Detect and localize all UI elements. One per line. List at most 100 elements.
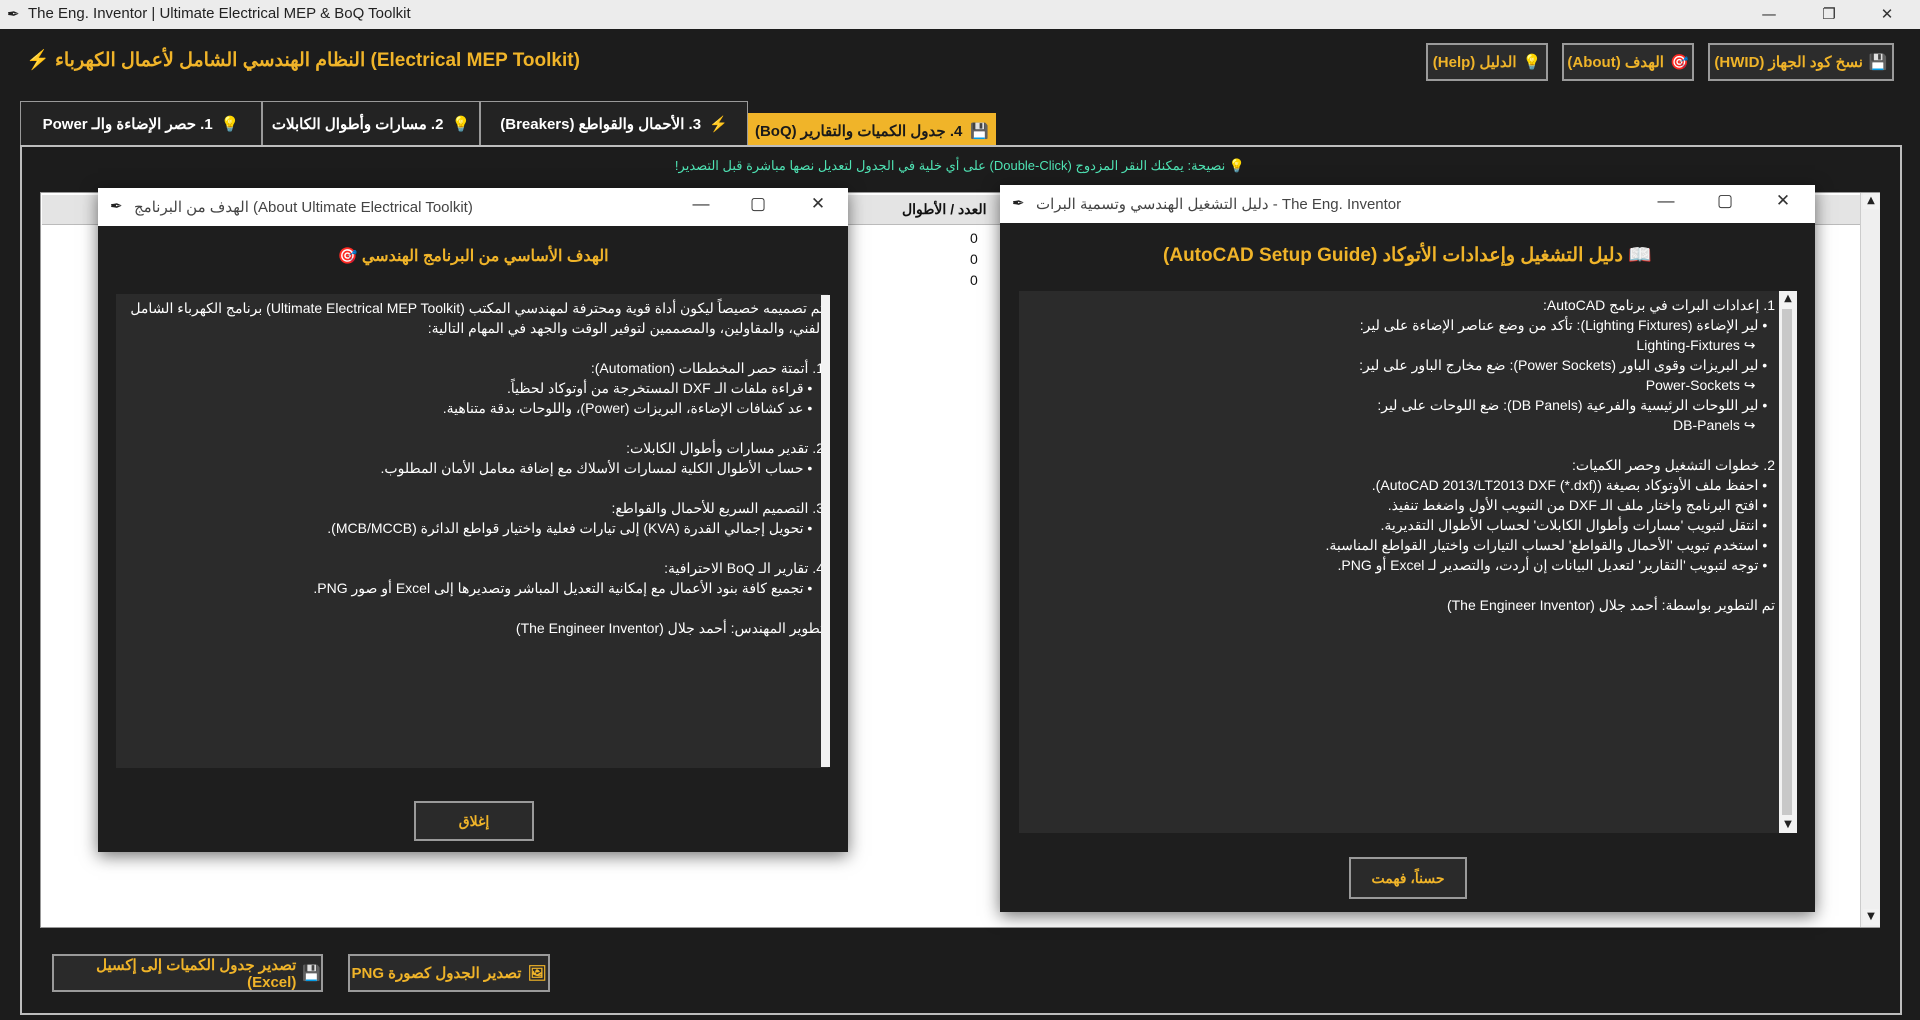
about-label: الهدف (About)	[1567, 54, 1664, 71]
minimize-button[interactable]: —	[1646, 191, 1686, 211]
bolt-icon: ⚡	[26, 50, 50, 71]
about-textbox[interactable]: تم تصميمه خصيصاً ليكون أداة قوية ومحترفة…	[116, 294, 828, 768]
minimize-button[interactable]: —	[681, 194, 721, 214]
save-icon: 💾	[1868, 54, 1888, 71]
help-scrollbar[interactable]: ▲ ▼	[1779, 291, 1797, 833]
help-dialog: ✒ دليل التشغيل الهندسي وتسمية البرات - T…	[1000, 185, 1815, 912]
text-line: • تحويل إجمالي القدرة (KVA) إلى تيارات ف…	[327, 520, 824, 536]
text-line: • لير اللوحات الرئيسية والفرعية (DB Pane…	[1377, 397, 1775, 413]
text-line: • لير البريزات وقوى الباور (Power Socket…	[1359, 357, 1775, 373]
tab-breakers[interactable]: ⚡ 3. الأحمال والقواطع (Breakers)	[480, 101, 748, 145]
text-line	[1023, 575, 1775, 595]
tab-boq[interactable]: 💾 4. جدول الكميات والتقارير (BoQ)	[748, 113, 996, 147]
table-cell[interactable]: 0	[970, 230, 978, 246]
save-icon: 💾	[970, 122, 990, 140]
text-line: ↪ Lighting-Fixtures	[1636, 337, 1775, 353]
text-line: • عد كشافات الإضاءة، البريزات (Power)، و…	[442, 400, 824, 416]
tab-label: 4. جدول الكميات والتقارير (BoQ)	[754, 122, 963, 140]
bulb-icon: 💡	[1522, 54, 1542, 71]
window-titlebar: ✒ The Eng. Inventor | Ultimate Electrica…	[0, 0, 1920, 29]
scroll-up-arrow[interactable]: ▲	[1863, 193, 1879, 209]
close-window-button[interactable]: ✕	[1864, 2, 1910, 26]
close-button[interactable]: إغلاق	[414, 801, 534, 841]
close-dialog-button[interactable]: ✕	[1763, 191, 1803, 211]
maximize-button[interactable]: ▢	[1705, 191, 1745, 211]
scroll-thumb[interactable]	[1782, 309, 1792, 815]
text-line: 2. خطوات التشغيل وحصر الكميات:	[1572, 457, 1775, 473]
text-line: 1. إعدادات البرات في برنامج AutoCAD:	[1542, 297, 1775, 313]
tab-label: 3. الأحمال والقواطع (Breakers)	[500, 115, 702, 133]
save-icon: 💾	[302, 965, 321, 982]
about-scrollbar[interactable]	[821, 295, 830, 767]
about-dialog: ✒ الهدف من البرنامج (About Ultimate Elec…	[98, 188, 848, 852]
tab-lighting-power[interactable]: 💡 1. حصر الإضاءة والـ Power	[20, 101, 262, 145]
tab-label: 1. حصر الإضاءة والـ Power	[42, 115, 213, 133]
text-line: الفني، والمقاولين، والمصممين لتوفير الوق…	[427, 320, 824, 336]
image-icon: 🖼	[527, 965, 547, 982]
help-button[interactable]: 💡 الدليل (Help)	[1426, 43, 1548, 81]
text-line: • حساب الأطوال الكلية لمسارات الأسلاك مع…	[380, 460, 824, 476]
tab-label: 2. مسارات وأطوال الكابلات	[271, 115, 444, 133]
feather-icon: ✒	[7, 5, 20, 23]
column-header-count[interactable]: العدد / الأطوال	[902, 201, 986, 218]
about-button[interactable]: 🎯 الهدف (About)	[1562, 43, 1694, 81]
window-title: The Eng. Inventor | Ultimate Electrical …	[28, 5, 411, 22]
scroll-down-arrow[interactable]: ▼	[1863, 909, 1879, 925]
bulb-icon: 💡	[451, 115, 471, 133]
help-label: الدليل (Help)	[1432, 54, 1517, 71]
ok-button[interactable]: حسناً، فهمت	[1349, 857, 1467, 899]
text-line: 3. التصميم السريع للأحمال والقواطع:	[611, 500, 824, 516]
export-png-button[interactable]: 🖼 تصدير الجدول كصورة PNG	[348, 954, 550, 992]
text-line	[120, 418, 824, 438]
hint-text: 💡 نصيحة: يمكنك النقر المزدوج (Double-Cli…	[674, 158, 1246, 173]
table-cell[interactable]: 0	[970, 272, 978, 288]
export-excel-label: تصدير جدول الكميات إلى إكسيل (Excel)	[96, 956, 297, 991]
text-line: • احفظ ملف الأوتوكاد بصيغة (AutoCAD 2013…	[1371, 477, 1775, 493]
feather-icon: ✒	[1012, 195, 1025, 212]
text-line: • انتقل لتبويب 'مسارات وأطوال الكابلات' …	[1380, 517, 1775, 533]
table-cell[interactable]: 0	[970, 251, 978, 267]
help-heading: 📖 دليل التشغيل وإعدادات الأتوكاد (AutoCA…	[1163, 245, 1652, 266]
text-line: • تجميع كافة بنود الأعمال مع إمكانية الت…	[313, 580, 824, 596]
table-scrollbar[interactable]: ▲ ▼	[1860, 193, 1880, 927]
about-heading: الهدف الأساسي من البرنامج الهندسي 🎯	[337, 248, 609, 265]
export-png-label: تصدير الجدول كصورة PNG	[351, 965, 522, 982]
text-line	[120, 478, 824, 498]
text-line: • افتح البرنامج واختار ملف الـ DXF من ال…	[1387, 497, 1775, 513]
text-line: 2. تقدير مسارات وأطوال الكابلات:	[626, 440, 824, 456]
text-line: 1. أتمتة حصر المخططات (Automation):	[590, 360, 824, 376]
bulb-icon: 💡	[220, 115, 240, 133]
text-line: ↪ DB-Panels	[1673, 417, 1775, 433]
text-line: تم التطوير بواسطة: أحمد جلال (The Engine…	[1446, 597, 1775, 613]
text-line	[1023, 435, 1775, 455]
close-dialog-button[interactable]: ✕	[798, 194, 838, 214]
maximize-button[interactable]: ❐	[1806, 2, 1852, 26]
minimize-button[interactable]: —	[1746, 2, 1792, 26]
app-title-text: النظام الهندسي الشامل لأعمال الكهرباء (E…	[54, 50, 580, 71]
help-dialog-titlebar: ✒ دليل التشغيل الهندسي وتسمية البرات - T…	[1000, 185, 1815, 223]
text-line: تطوير المهندس: أحمد جلال (The Engineer I…	[515, 620, 824, 636]
help-dialog-title: دليل التشغيل الهندسي وتسمية البرات - The…	[1036, 196, 1402, 213]
maximize-button[interactable]: ▢	[738, 194, 778, 214]
bolt-icon: ⚡	[709, 115, 728, 133]
app-title: ⚡ النظام الهندسي الشامل لأعمال الكهرباء …	[26, 48, 580, 72]
scroll-up-arrow[interactable]: ▲	[1780, 291, 1796, 307]
text-line: • استخدم تبويب 'الأحمال والقواطع' لحساب …	[1325, 537, 1775, 553]
target-icon: 🎯	[1669, 54, 1689, 71]
copy-hwid-label: نسخ كود الجهاز (HWID)	[1714, 54, 1863, 71]
about-dialog-titlebar: ✒ الهدف من البرنامج (About Ultimate Elec…	[98, 188, 848, 226]
text-line: • لير الإضاءة (Lighting Fixtures): تأكد …	[1359, 317, 1775, 333]
text-line: ↪ Power-Sockets	[1645, 377, 1775, 393]
text-line: تم تصميمه خصيصاً ليكون أداة قوية ومحترفة…	[130, 300, 824, 316]
feather-icon: ✒	[110, 198, 123, 215]
copy-hwid-button[interactable]: 💾 نسخ كود الجهاز (HWID)	[1708, 43, 1894, 81]
tab-cables[interactable]: 💡 2. مسارات وأطوال الكابلات	[262, 101, 480, 145]
text-line: 4. تقارير الـ BoQ الاحترافية:	[664, 560, 824, 576]
text-line: • توجه لتبويب 'التقارير' لتعديل البيانات…	[1337, 557, 1775, 573]
text-line	[120, 598, 824, 618]
export-excel-button[interactable]: 💾 تصدير جدول الكميات إلى إكسيل (Excel)	[52, 954, 323, 992]
help-textbox[interactable]: 1. إعدادات البرات في برنامج AutoCAD: • ل…	[1019, 291, 1779, 833]
text-line	[120, 538, 824, 558]
text-line: • قراءة ملفات الـ DXF المستخرجة من أوتوك…	[507, 380, 824, 396]
scroll-down-arrow[interactable]: ▼	[1780, 817, 1796, 833]
